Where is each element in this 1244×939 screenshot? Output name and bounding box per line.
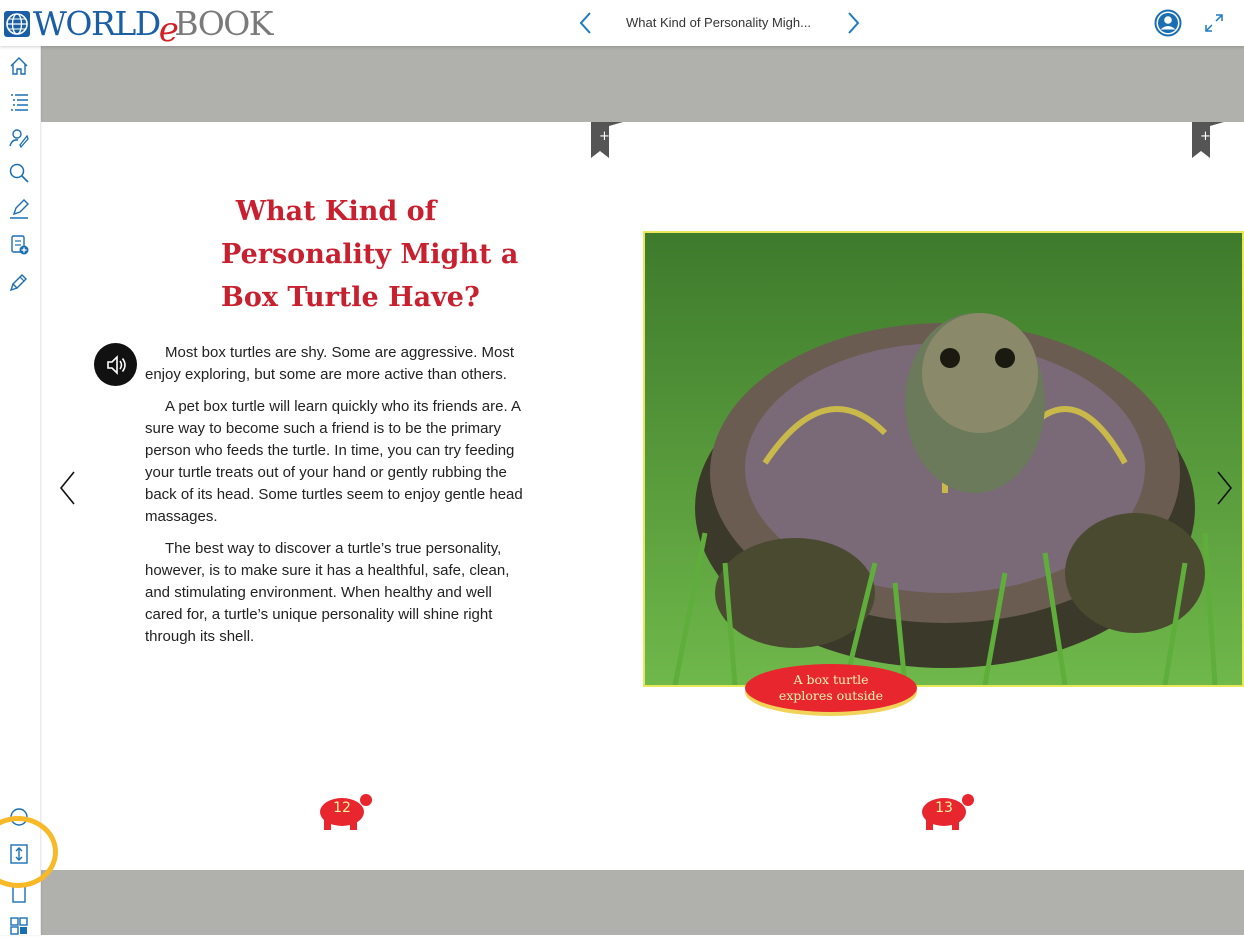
document-title: What Kind of Personality Migh...: [626, 15, 811, 30]
thumbnails-icon: [10, 917, 28, 935]
table-of-contents-button[interactable]: [6, 89, 32, 115]
paragraph-2: A pet box turtle will learn quickly who …: [145, 398, 523, 525]
thumbnails-button[interactable]: [6, 913, 32, 939]
top-bar: WORLD e BOOK What Kind of Personality Migh…: [0, 0, 1244, 50]
box-turtle-photo: [643, 231, 1244, 687]
fullscreen-expand-icon[interactable]: [1203, 12, 1225, 34]
photo-caption: A box turtle explores outside: [745, 664, 917, 712]
add-note-icon: [11, 235, 29, 255]
turtle-illustration: [645, 233, 1242, 685]
add-bookmark-right-icon[interactable]: +: [1190, 122, 1224, 158]
left-page-number: 12: [312, 786, 372, 836]
home-button[interactable]: [6, 53, 32, 79]
paragraph-1: Most box turtles are shy. Some are aggre…: [145, 344, 515, 383]
right-page-number-text: 13: [935, 800, 953, 816]
search-button[interactable]: [6, 160, 32, 186]
previous-chapter-chevron-icon[interactable]: [576, 10, 596, 36]
logo-e: e: [158, 10, 179, 50]
paragraph-3: The best way to discover a turtle’s true…: [145, 540, 510, 645]
tool-sidebar: [0, 46, 40, 935]
caption-line-2: explores outside: [778, 688, 884, 703]
highlighter-button[interactable]: [6, 268, 32, 294]
viewer-background-bottom: [41, 870, 1244, 935]
speaker-icon: [106, 354, 126, 375]
body-text: Most box turtles are shy. Some are aggre…: [145, 342, 527, 658]
user-profile-icon[interactable]: [1154, 9, 1182, 37]
page-title: What Kind of Personality Might a Box Tur…: [221, 190, 519, 319]
next-page-arrow-icon[interactable]: [1215, 468, 1235, 508]
right-page-number: 13: [914, 786, 974, 836]
svg-text:+: +: [1200, 129, 1211, 144]
book-spread: + + What Kind of Personality Might a Box…: [41, 122, 1244, 870]
add-bookmark-left-icon[interactable]: +: [589, 122, 623, 158]
logo-book: BOOK: [174, 4, 273, 43]
read-aloud-button[interactable]: [94, 343, 137, 386]
viewer-background-top: [41, 46, 1244, 122]
logo-world: WORLD: [33, 4, 161, 43]
highlighter-icon: [9, 274, 27, 292]
title-line-1: What Kind of: [235, 196, 437, 227]
table-of-contents-icon: [11, 94, 28, 111]
next-chapter-chevron-icon[interactable]: [843, 10, 863, 36]
search-icon: [9, 163, 29, 183]
notes-button[interactable]: [6, 196, 32, 222]
activities-icon: [9, 129, 29, 149]
svg-text:+: +: [599, 129, 610, 144]
globe-icon: [4, 11, 30, 37]
worldbook-logo[interactable]: WORLD e BOOK: [3, 4, 273, 50]
left-page-number-text: 12: [333, 800, 351, 816]
caption-line-1: A box turtle: [793, 672, 869, 687]
previous-page-arrow-icon[interactable]: [57, 468, 77, 508]
notes-edit-icon: [10, 199, 29, 219]
activities-button[interactable]: [6, 125, 32, 151]
home-icon: [10, 57, 28, 75]
title-line-2: Personality Might a: [221, 239, 519, 270]
logo-wordmark: WORLD e BOOK: [33, 4, 273, 50]
title-line-3: Box Turtle Have?: [221, 282, 480, 313]
add-note-button[interactable]: [6, 232, 32, 258]
